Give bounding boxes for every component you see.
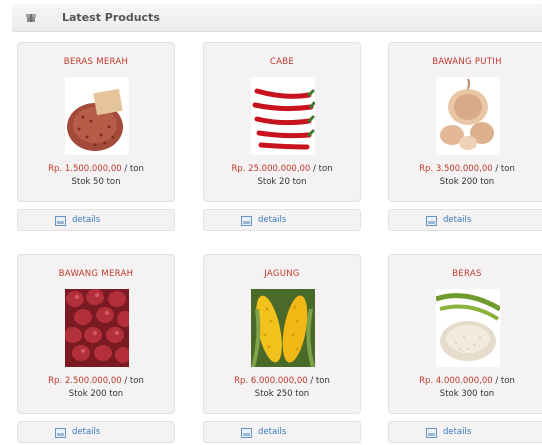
product-price: Rp. 25.000.000,00 / ton xyxy=(231,164,333,174)
product-card-jagung: JAGUNG Rp. 6.000.000,00 / ton Stok 250 t… xyxy=(203,254,361,414)
product-price: Rp. 2.500.000,00 / ton xyxy=(48,376,144,386)
details-icon xyxy=(426,216,437,226)
latest-products-header: Latest Products xyxy=(12,4,542,32)
product-name: BERAS xyxy=(452,269,482,279)
product-stock: Stok 250 ton xyxy=(254,389,310,399)
details-icon xyxy=(55,428,66,438)
product-stock: Stok 20 ton xyxy=(257,177,307,187)
section-title: Latest Products xyxy=(62,11,160,24)
details-label: details xyxy=(258,427,287,437)
product-image-beras[interactable] xyxy=(436,289,500,367)
product-name: JAGUNG xyxy=(264,269,300,279)
product-card-cabe: CABE Rp. 25.000.000,00 / ton Stok 20 ton xyxy=(203,42,361,202)
product-image-bawang-merah[interactable] xyxy=(65,289,129,367)
details-icon xyxy=(55,216,66,226)
details-button-bawang-merah[interactable]: details xyxy=(17,421,175,443)
details-icon xyxy=(426,428,437,438)
details-icon xyxy=(241,428,252,438)
product-price: Rp. 4.000.000,00 / ton xyxy=(419,376,515,386)
details-button-beras-merah[interactable]: details xyxy=(17,209,175,231)
product-price: Rp. 1.500.000,00 / ton xyxy=(48,164,144,174)
details-label: details xyxy=(258,215,287,225)
details-button-bawang-putih[interactable]: details xyxy=(388,209,542,231)
details-label: details xyxy=(72,215,101,225)
product-stock: Stok 200 ton xyxy=(439,177,495,187)
product-image-bawang-putih[interactable] xyxy=(436,77,500,155)
details-button-jagung[interactable]: details xyxy=(203,421,361,443)
product-name: CABE xyxy=(269,57,295,67)
product-card-beras: BERAS Rp. 4.000.000,00 / ton Stok 300 to… xyxy=(388,254,542,414)
product-image-cabe[interactable] xyxy=(251,77,315,155)
product-stock: Stok 300 ton xyxy=(439,389,495,399)
product-price: Rp. 3.500.000,00 / ton xyxy=(419,164,515,174)
product-stock: Stok 200 ton xyxy=(68,389,124,399)
product-name: BERAS MERAH xyxy=(63,57,129,67)
details-button-cabe[interactable]: details xyxy=(203,209,361,231)
details-label: details xyxy=(443,215,472,225)
product-image-jagung[interactable] xyxy=(251,289,315,367)
details-label: details xyxy=(443,427,472,437)
product-name: BAWANG MERAH xyxy=(58,269,134,279)
product-card-beras-merah: BERAS MERAH Rp. 1.500.000,00 / ton Stok … xyxy=(17,42,175,202)
details-button-beras[interactable]: details xyxy=(388,421,542,443)
product-price: Rp. 6.000.000,00 / ton xyxy=(234,376,330,386)
details-icon xyxy=(241,216,252,226)
product-image-beras-merah[interactable] xyxy=(65,77,129,155)
product-stock: Stok 50 ton xyxy=(71,177,121,187)
product-card-bawang-merah: BAWANG MERAH Rp. 2.500.000,00 / ton Stok… xyxy=(17,254,175,414)
details-label: details xyxy=(72,427,101,437)
product-name: BAWANG PUTIH xyxy=(432,57,502,67)
product-card-bawang-putih: BAWANG PUTIH Rp. 3.500.000,00 / ton Stok… xyxy=(388,42,542,202)
box-icon xyxy=(26,14,36,22)
